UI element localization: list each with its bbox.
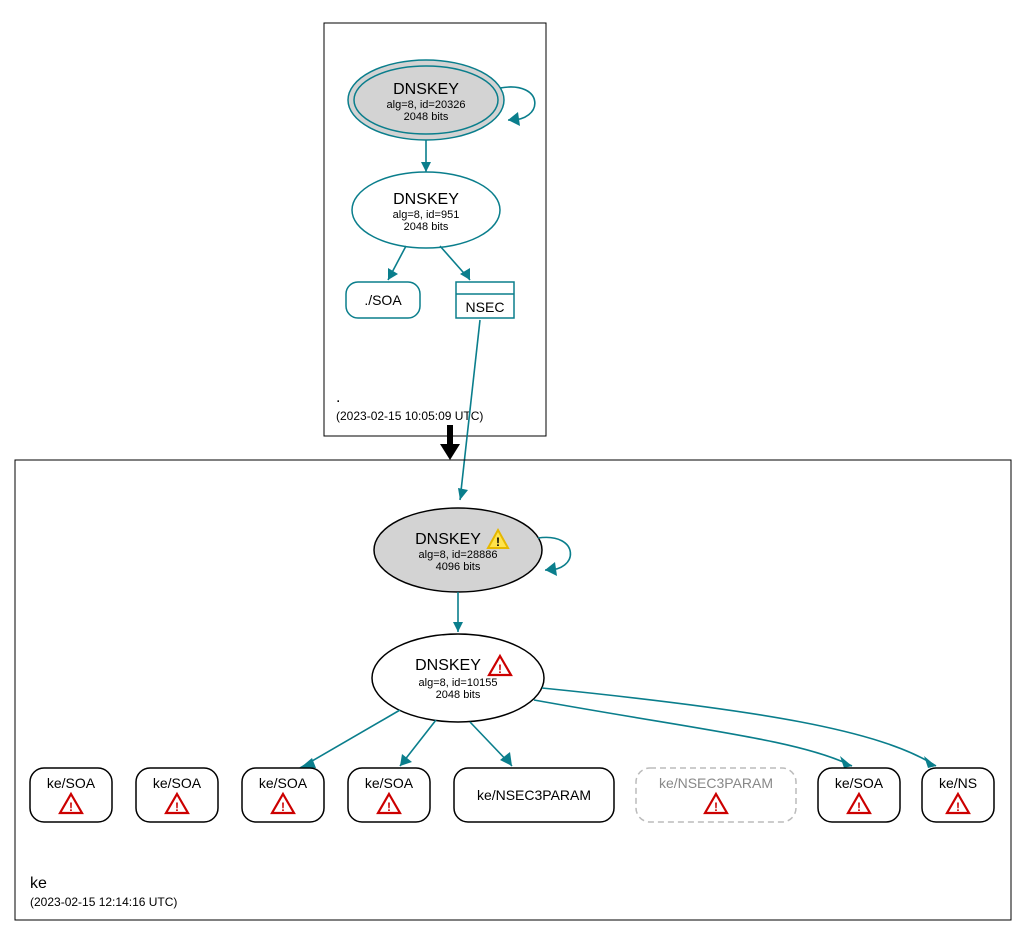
leaf-ke-nsec3param-2: ke/NSEC3PARAM ! (636, 768, 796, 822)
ke-ksk-title: DNSKEY (415, 531, 481, 548)
svg-text:!: ! (496, 535, 500, 549)
leaf6-label: ke/NSEC3PARAM (659, 775, 773, 791)
svg-text:!: ! (281, 800, 285, 814)
zone-ke-name: ke (30, 875, 47, 892)
root-nsec-label: NSEC (466, 299, 505, 315)
leaf-ke-soa-3: ke/SOA ! (242, 768, 324, 822)
edge-zsk-l7 (534, 700, 852, 766)
zone-root-name: . (336, 389, 340, 406)
leaf-ke-soa-4: ke/SOA ! (348, 768, 430, 822)
root-zsk-title: DNSKEY (393, 191, 459, 208)
arrow-root-ksk-self (508, 112, 520, 126)
zone-ke-ts: (2023-02-15 12:14:16 UTC) (30, 895, 177, 909)
ke-zsk-alg: alg=8, id=10155 (419, 677, 498, 689)
leaf5-label: ke/NSEC3PARAM (477, 787, 591, 803)
svg-text:!: ! (387, 800, 391, 814)
node-ke-ksk: DNSKEY alg=8, id=28886 4096 bits ! (374, 508, 542, 592)
leaf3-label: ke/SOA (259, 775, 308, 791)
arrow-ke-ksk-zsk (453, 622, 463, 632)
leaf7-label: ke/SOA (835, 775, 884, 791)
leaf2-label: ke/SOA (153, 775, 202, 791)
ke-zsk-title: DNSKEY (415, 657, 481, 674)
svg-text:!: ! (956, 800, 960, 814)
leaf-ke-ns: ke/NS ! (922, 768, 994, 822)
dnssec-auth-graph: . (2023-02-15 10:05:09 UTC) DNSKEY alg=8… (0, 0, 1025, 945)
zone-root-ts: (2023-02-15 10:05:09 UTC) (336, 409, 483, 423)
leaf1-label: ke/SOA (47, 775, 96, 791)
svg-text:!: ! (498, 662, 502, 676)
root-zsk-alg: alg=8, id=951 (393, 209, 460, 221)
root-soa-label: ./SOA (364, 292, 402, 308)
root-ksk-title: DNSKEY (393, 81, 459, 98)
leaf-ke-soa-2: ke/SOA ! (136, 768, 218, 822)
arrow-ke-ksk-self (545, 562, 557, 576)
leaf8-label: ke/NS (939, 775, 977, 791)
arrow-root-ksk-zsk (421, 162, 431, 172)
svg-text:!: ! (714, 800, 718, 814)
node-root-zsk: DNSKEY alg=8, id=951 2048 bits (352, 172, 500, 248)
root-ksk-bits: 2048 bits (404, 111, 449, 123)
edge-zsk-l3 (300, 710, 400, 768)
node-root-nsec: NSEC (456, 282, 514, 318)
node-ke-zsk: DNSKEY alg=8, id=10155 2048 bits ! (372, 634, 544, 722)
ke-ksk-bits: 4096 bits (436, 561, 481, 573)
edge-zsk-l8 (542, 688, 936, 766)
svg-text:!: ! (69, 800, 73, 814)
svg-text:!: ! (857, 800, 861, 814)
svg-text:!: ! (175, 800, 179, 814)
root-ksk-alg: alg=8, id=20326 (387, 99, 466, 111)
leaf-ke-nsec3param-1: ke/NSEC3PARAM (454, 768, 614, 822)
leaf-ke-soa-5: ke/SOA ! (818, 768, 900, 822)
root-zsk-bits: 2048 bits (404, 221, 449, 233)
node-root-ksk: DNSKEY alg=8, id=20326 2048 bits (348, 60, 504, 140)
ke-zsk-bits: 2048 bits (436, 689, 481, 701)
ke-ksk-alg: alg=8, id=28886 (419, 549, 498, 561)
arrow-delegation (440, 444, 460, 460)
leaf-ke-soa-1: ke/SOA ! (30, 768, 112, 822)
leaf4-label: ke/SOA (365, 775, 414, 791)
